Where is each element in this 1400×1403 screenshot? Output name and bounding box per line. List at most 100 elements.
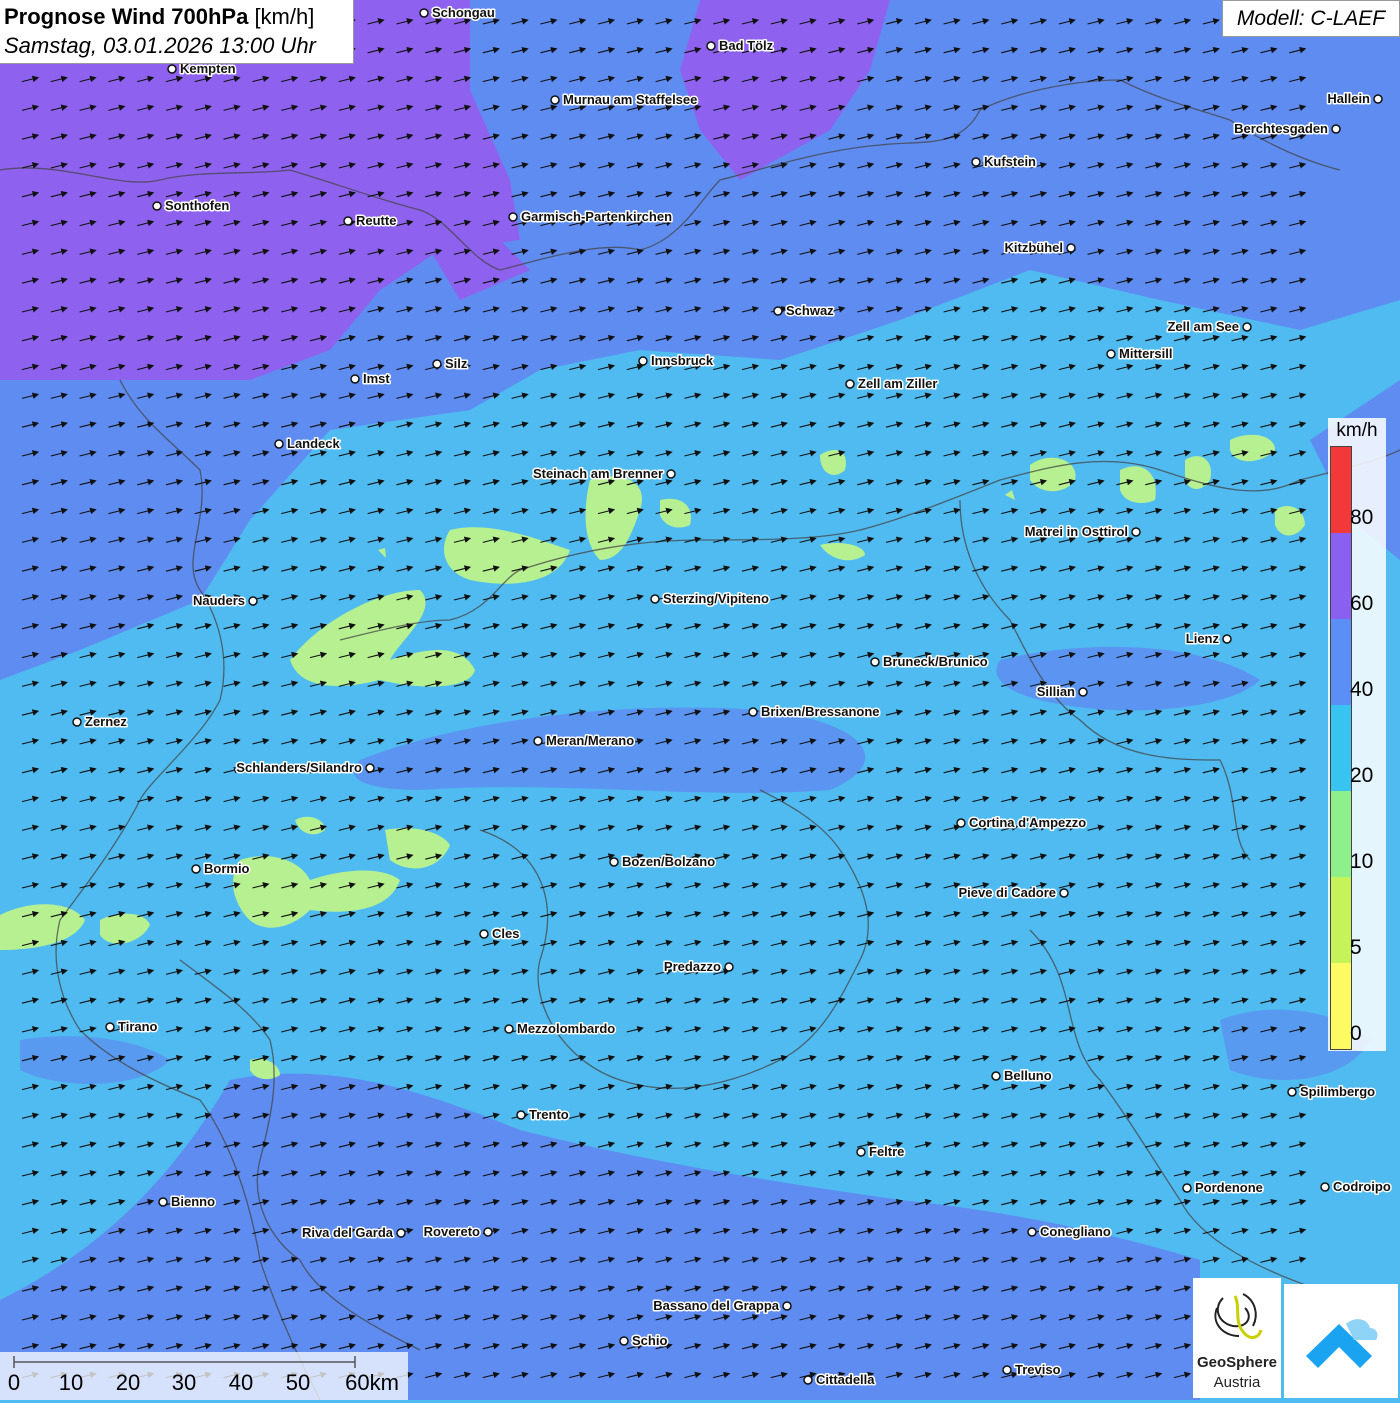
city-marker: Schlanders/Silandro [235,759,375,777]
legend-tick-label: 20 [1350,764,1374,787]
city-label: Conegliano [1040,1224,1111,1239]
city-dot-icon [343,216,353,226]
legend-tick-label: 0 [1350,1022,1362,1045]
city-label: Schio [632,1333,667,1348]
geosphere-logo: GeoSphere Austria [1193,1278,1281,1398]
city-dot-icon [167,64,177,74]
city-dot-icon [419,8,429,18]
legend-tick-label: 40 [1350,678,1374,701]
city-dot-icon [1182,1183,1192,1193]
city-dot-icon [396,1228,406,1238]
city-label: Mezzolombardo [517,1021,615,1036]
city-label: Reutte [356,213,396,228]
city-dot-icon [870,657,880,667]
city-dot-icon [479,929,489,939]
legend-swatch [1331,705,1351,791]
city-dot-icon [1066,243,1076,253]
model-label: Modell: C-LAEF [1222,0,1400,37]
city-label: Pordenone [1195,1180,1263,1195]
city-marker: Murnau am Staffelsee [550,91,699,109]
city-label: Bienno [171,1194,215,1209]
city-marker: Bassano del Grappa [652,1297,792,1315]
city-label: Kitzbühel [1005,240,1064,255]
cloud-arrow-icon [1306,1319,1378,1368]
scale-label: 0 [7,1370,21,1395]
color-legend: km/h 0 5 10 20 40 60 80 [1328,418,1386,1051]
city-label: Zell am See [1167,319,1239,334]
city-marker: Zell am See [1166,318,1252,336]
city-marker: Sterzing/Vipiteno [650,590,770,608]
city-label: Garmisch-Partenkirchen [521,209,672,224]
city-label: Bozen/Bolzano [622,854,715,869]
scale-label: 60km [345,1370,399,1395]
scale-bar-line [13,1356,356,1368]
city-dot-icon [274,439,284,449]
city-dot-icon [1331,124,1341,134]
city-dot-icon [619,1336,629,1346]
city-dot-icon [72,717,82,727]
legend-swatch [1331,447,1351,533]
city-label: Spilimbergo [1300,1084,1375,1099]
legend-tick-label: 80 [1350,506,1374,529]
city-marker: Conegliano [1027,1223,1112,1241]
city-label: Bruneck/Brunico [883,654,988,669]
city-label: Hallein [1327,91,1370,106]
legend-tick-label: 5 [1350,936,1362,959]
city-marker: Mezzolombardo [504,1020,617,1038]
city-dot-icon [504,1024,514,1034]
legend-swatch [1331,791,1351,877]
city-dot-icon [773,306,783,316]
city-label: Bad Tölz [719,38,774,53]
wind-map: SchongauBad TölzKemptenMurnau am Staffel… [0,0,1400,1400]
city-label: Schwaz [786,303,834,318]
legend-colorbar [1330,446,1352,1050]
city-label: Cortina d'Ampezzo [969,815,1086,830]
city-marker: Schongau [419,4,496,22]
city-marker: Pieve di Cadore [957,884,1069,902]
legend-swatch [1331,877,1351,963]
city-marker: Cortina d'Ampezzo [956,814,1088,832]
city-label: Predazzo [664,959,721,974]
city-dot-icon [152,201,162,211]
city-marker: Innsbruck [638,352,715,370]
city-dot-icon [748,707,758,717]
city-label: Zernez [85,714,127,729]
city-dot-icon [956,818,966,828]
city-label: Steinach am Brenner [533,466,663,481]
legend-swatch [1331,963,1351,1049]
city-dot-icon [724,962,734,972]
city-label: Schongau [432,5,495,20]
city-label: Nauders [193,593,245,608]
city-label: Imst [363,371,390,386]
city-dot-icon [1320,1182,1330,1192]
city-label: Lienz [1186,631,1220,646]
city-dot-icon [105,1022,115,1032]
city-label: Landeck [287,436,341,451]
city-marker: Bruneck/Brunico [870,653,989,671]
city-label: Sterzing/Vipiteno [663,591,769,606]
city-dot-icon [158,1197,168,1207]
legend-unit: km/h [1336,420,1378,441]
map-title: Prognose Wind 700hPa [km/h] [4,4,314,30]
city-label: Feltre [869,1144,904,1159]
scale-label: 30 [171,1370,197,1395]
city-dot-icon [533,736,543,746]
cloud-arrow-logo [1284,1284,1398,1398]
city-label: Matrei in Osttirol [1025,524,1128,539]
city-dot-icon [1059,888,1069,898]
city-dot-icon [516,1110,526,1120]
city-dot-icon [1002,1365,1012,1375]
city-marker: Sonthofen [152,197,231,215]
city-label: Murnau am Staffelsee [563,92,697,107]
city-marker: Pordenone [1182,1179,1264,1197]
city-label: Mittersill [1119,346,1172,361]
city-dot-icon [248,596,258,606]
scale-label: 40 [228,1370,254,1395]
city-dot-icon [666,469,676,479]
city-label: Trento [529,1107,569,1122]
city-dot-icon [432,359,442,369]
city-marker: Meran/Merano [533,732,636,750]
city-marker: Berchtesgaden [1233,120,1341,138]
city-label: Berchtesgaden [1234,121,1328,136]
city-dot-icon [845,379,855,389]
